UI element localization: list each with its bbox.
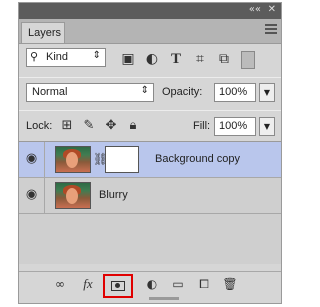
filter-kind-select[interactable]: ⚲ Kind ⇕ xyxy=(26,48,106,67)
shape-icon[interactable]: ⌗ xyxy=(191,50,209,68)
add-mask-icon[interactable] xyxy=(111,281,125,291)
lock-row: Lock: ⊞ ✎ ✥ 🔒︎ Fill: 100% ▼ xyxy=(19,110,281,142)
new-layer-icon[interactable]: ⧠ xyxy=(195,276,213,292)
collapse-icon[interactable]: «« xyxy=(249,4,261,15)
fill-input[interactable]: 100% xyxy=(214,117,256,136)
tab-layers[interactable]: Layers xyxy=(21,22,65,43)
stepper-arrows-icon: ⇕ xyxy=(140,85,149,96)
layer-thumbnail xyxy=(55,146,91,173)
layer-thumbnail xyxy=(55,182,91,209)
filter-toggle-icon[interactable] xyxy=(241,51,255,69)
adjustment-layer-icon[interactable]: ◐ xyxy=(143,276,161,292)
panel-title-strip[interactable]: «« ✕ xyxy=(19,3,281,19)
tab-bar: Layers xyxy=(19,19,281,44)
layer-name[interactable]: Background copy xyxy=(155,153,240,165)
layer-name[interactable]: Blurry xyxy=(99,189,128,201)
lock-label: Lock: xyxy=(26,120,53,132)
layers-panel: «« ✕ Layers ⚲ Kind ⇕ ▣ ◐ T ⌗ ⧉ Normal ⇕ … xyxy=(18,2,282,304)
opacity-input[interactable]: 100% xyxy=(214,83,256,102)
layer-row-blurry[interactable]: ◉ Blurry xyxy=(19,178,281,214)
adjustment-icon[interactable]: ◐ xyxy=(143,50,161,68)
image-icon[interactable]: ▣ xyxy=(119,50,137,68)
panel-menu-icon[interactable] xyxy=(265,24,277,36)
layer-actions-bar: ∞ fx ◐ ▭ ⧠ 🗑︎ xyxy=(19,271,281,298)
layer-list: ◉ ⛓ Background copy ◉ Blurry xyxy=(19,142,281,264)
link-layers-icon[interactable]: ∞ xyxy=(51,276,69,292)
blend-mode-value: Normal xyxy=(32,86,68,98)
layer-mask-thumbnail[interactable] xyxy=(105,146,139,173)
filter-kind-label: Kind xyxy=(46,51,69,63)
opacity-label: Opacity: xyxy=(162,86,203,98)
lock-all-icon[interactable]: 🔒︎ xyxy=(125,118,141,134)
filter-row: ⚲ Kind ⇕ ▣ ◐ T ⌗ ⧉ xyxy=(19,44,281,74)
visibility-eye-icon[interactable]: ◉ xyxy=(19,178,45,213)
type-icon[interactable]: T xyxy=(167,50,185,68)
opacity-dropdown-icon[interactable]: ▼ xyxy=(259,83,275,102)
fill-label: Fill: xyxy=(193,120,211,132)
trash-icon[interactable]: 🗑︎ xyxy=(221,276,239,292)
fx-icon[interactable]: fx xyxy=(79,276,97,292)
blend-row: Normal ⇕ Opacity: 100% ▼ xyxy=(19,77,281,108)
fill-dropdown-icon[interactable]: ▼ xyxy=(259,117,275,136)
group-icon[interactable]: ▭ xyxy=(169,276,187,292)
lock-move-icon[interactable]: ✥ xyxy=(103,118,119,134)
close-icon[interactable]: ✕ xyxy=(268,4,276,15)
smart-object-icon[interactable]: ⧉ xyxy=(215,50,233,68)
lock-transparent-icon[interactable]: ⊞ xyxy=(59,118,75,134)
blend-mode-select[interactable]: Normal ⇕ xyxy=(26,83,154,102)
lock-brush-icon[interactable]: ✎ xyxy=(81,118,97,134)
stepper-arrows-icon: ⇕ xyxy=(92,50,101,61)
resize-grip[interactable] xyxy=(149,297,179,300)
search-icon: ⚲ xyxy=(30,50,39,63)
layer-row-background-copy[interactable]: ◉ ⛓ Background copy xyxy=(19,142,281,178)
visibility-eye-icon[interactable]: ◉ xyxy=(19,142,45,177)
